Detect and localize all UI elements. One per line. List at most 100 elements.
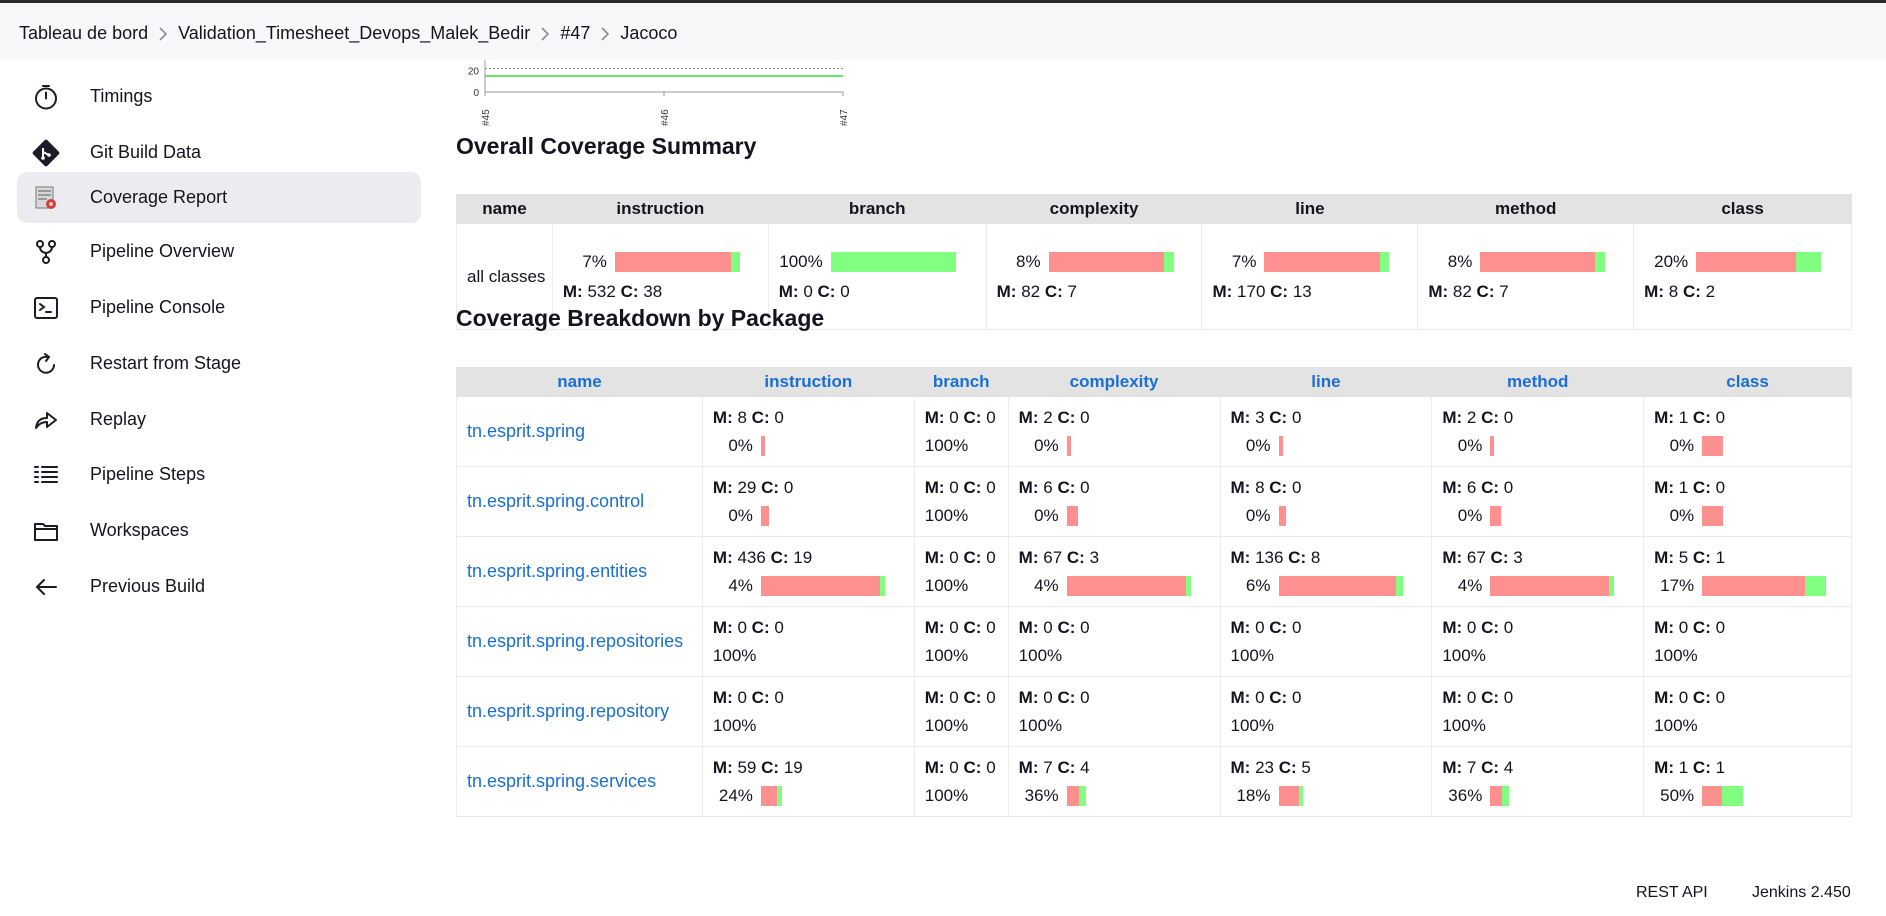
package-link[interactable]: tn.esprit.spring.repository xyxy=(467,701,669,721)
covered-label: C: xyxy=(963,757,982,777)
missed-count: 1 xyxy=(1678,477,1689,497)
package-link[interactable]: tn.esprit.spring.services xyxy=(467,771,656,791)
covered-count: 0 xyxy=(1715,617,1726,637)
coverage-percent: 100% xyxy=(712,715,757,735)
coverage-percent: 0% xyxy=(1245,435,1271,455)
covered-count: 19 xyxy=(793,547,813,567)
sort-header-name[interactable]: name xyxy=(456,367,703,397)
missed-label: M: xyxy=(562,281,583,301)
covered-count: 0 xyxy=(774,687,784,707)
sidebar-item-label: Previous Build xyxy=(90,576,206,596)
sidebar-item-pipeline-overview[interactable]: Pipeline Overview xyxy=(17,226,421,277)
coverage-percent: 8% xyxy=(1016,251,1041,271)
package-cell-method: M: 2 C: 0 0% xyxy=(1431,396,1645,467)
covered-count: 19 xyxy=(783,757,803,777)
missed-label: M: xyxy=(712,757,733,777)
missed-covered-counts: M: 29 C: 0 xyxy=(713,478,914,498)
coverage-bar-missed xyxy=(1480,251,1596,272)
coverage-bar-missed xyxy=(760,785,777,806)
sort-header-complexity[interactable]: complexity xyxy=(1007,367,1221,397)
package-link[interactable]: tn.esprit.spring.entities xyxy=(467,561,647,581)
breadcrumb-jacoco[interactable]: Jacoco xyxy=(620,23,677,44)
coverage-bar-missed xyxy=(1264,251,1381,272)
package-cell-class: M: 5 C: 1 17% xyxy=(1643,536,1852,607)
package-link[interactable]: tn.esprit.spring.control xyxy=(467,491,644,511)
missed-count: 8 xyxy=(1255,477,1265,497)
covered-count: 0 xyxy=(986,757,996,777)
missed-covered-counts: M: 0 C: 0 xyxy=(1654,688,1851,708)
sidebar-item-previous-build[interactable]: Previous Build xyxy=(17,561,421,612)
coverage-percent: 100% xyxy=(924,505,969,525)
coverage-percent: 100% xyxy=(1230,715,1274,735)
covered-label: C: xyxy=(1057,617,1076,637)
breadcrumb-build[interactable]: #47 xyxy=(560,23,590,44)
package-cell-instruction: M: 436 C: 19 4% xyxy=(701,536,915,607)
missed-label: M: xyxy=(1654,407,1674,427)
covered-count: 1 xyxy=(1715,547,1726,567)
sort-header-instruction[interactable]: instruction xyxy=(701,367,915,397)
missed-count: 0 xyxy=(1255,617,1265,637)
covered-label: C: xyxy=(1692,687,1711,707)
terminal-icon xyxy=(31,293,61,323)
rest-api-link[interactable]: REST API xyxy=(1636,884,1708,902)
sidebar-item-pipeline-steps[interactable]: Pipeline Steps xyxy=(17,449,421,500)
covered-count: 0 xyxy=(986,687,996,707)
package-link[interactable]: tn.esprit.spring xyxy=(467,421,585,441)
coverage-report-icon xyxy=(31,183,61,213)
coverage-percent: 100% xyxy=(924,645,969,665)
package-cell-branch: M: 0 C: 0 100% xyxy=(913,466,1009,537)
coverage-bar-missed xyxy=(1490,785,1503,806)
missed-count: 7 xyxy=(1466,757,1477,777)
package-link[interactable]: tn.esprit.spring.repositories xyxy=(467,631,683,651)
coverage-bar xyxy=(1490,575,1615,596)
coverage-percent: 4% xyxy=(1034,575,1059,595)
sort-header-method[interactable]: method xyxy=(1431,367,1645,397)
missed-count: 7 xyxy=(1043,757,1053,777)
coverage-bar-missed xyxy=(1702,785,1723,806)
sort-header-branch[interactable]: branch xyxy=(913,367,1009,397)
sidebar-item-label: Restart from Stage xyxy=(90,353,242,373)
coverage-bar-missed xyxy=(1066,435,1071,456)
breadcrumb-job[interactable]: Validation_Timesheet_Devops_Malek_Bedir xyxy=(178,23,530,44)
coverage-percent: 0% xyxy=(728,505,753,525)
sidebar-item-coverage-report[interactable]: Coverage Report xyxy=(17,172,421,223)
sidebar-item-pipeline-console[interactable]: Pipeline Console xyxy=(17,282,421,333)
covered-label: C: xyxy=(751,687,770,707)
jenkins-version[interactable]: Jenkins 2.450 xyxy=(1752,884,1851,902)
coverage-percent: 4% xyxy=(728,575,753,595)
missed-label: M: xyxy=(712,617,733,637)
chart-x-tick-label: #47 xyxy=(839,109,850,126)
coverage-bar-covered xyxy=(1502,785,1510,806)
missed-covered-counts: M: 436 C: 19 xyxy=(713,548,914,568)
coverage-percent: 4% xyxy=(1457,575,1483,595)
sort-header-label: branch xyxy=(932,372,990,391)
missed-label: M: xyxy=(1654,547,1674,567)
sidebar-item-git-build-data[interactable]: Git Build Data xyxy=(17,127,421,178)
missed-label: M: xyxy=(1212,281,1233,301)
sort-header-label: method xyxy=(1507,372,1569,391)
missed-count: 170 xyxy=(1237,281,1266,301)
coverage-bar-covered xyxy=(1380,251,1390,272)
breadcrumb-dashboard[interactable]: Tableau de bord xyxy=(19,23,148,44)
sidebar-item-workspaces[interactable]: Workspaces xyxy=(17,505,421,556)
covered-label: C: xyxy=(1481,757,1500,777)
missed-label: M: xyxy=(1442,547,1463,567)
missed-covered-counts: M: 0 C: 0 xyxy=(1019,618,1220,638)
coverage-bar-missed xyxy=(760,435,765,456)
sort-header-class[interactable]: class xyxy=(1643,367,1852,397)
missed-count: 436 xyxy=(737,547,766,567)
missed-count: 8 xyxy=(737,407,747,427)
covered-count: 0 xyxy=(986,547,996,567)
sidebar-item-replay[interactable]: Replay xyxy=(17,394,421,445)
summary-header-name: name xyxy=(456,194,553,224)
sort-header-line[interactable]: line xyxy=(1219,367,1433,397)
coverage-bar xyxy=(1066,575,1191,596)
sidebar-item-timings[interactable]: Timings xyxy=(17,71,421,122)
coverage-bar-missed xyxy=(1278,785,1299,806)
sidebar-item-restart-from-stage[interactable]: Restart from Stage xyxy=(17,338,421,389)
missed-covered-counts: M: 67 C: 3 xyxy=(1442,548,1643,568)
missed-covered-counts: M: 67 C: 3 xyxy=(1019,548,1220,568)
chevron-right-icon xyxy=(590,23,620,44)
covered-label: C: xyxy=(963,477,982,497)
package-cell-instruction: M: 29 C: 0 0% xyxy=(701,466,915,537)
